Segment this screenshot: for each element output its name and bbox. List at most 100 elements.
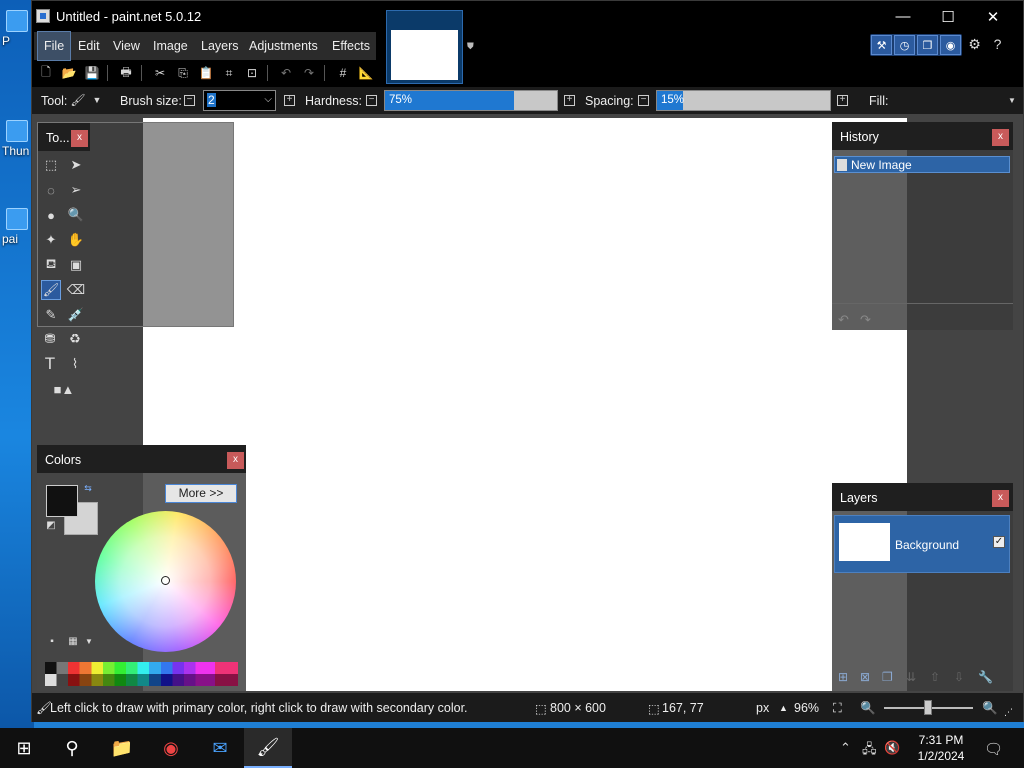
help-icon[interactable]: ? [987, 34, 1008, 54]
pan-hand-icon[interactable]: ✋ [66, 230, 86, 250]
close-button[interactable]: ✕ [970, 1, 1016, 32]
merge-layer-down-icon[interactable]: ⇊ [906, 670, 916, 684]
history-redo-icon[interactable]: ↷ [860, 312, 871, 328]
start-windows-icon[interactable]: ⊞ [0, 728, 48, 768]
text-tool-icon[interactable]: T [40, 354, 60, 374]
image-list-dropdown-icon[interactable]: ⛊ [467, 41, 477, 51]
paintbrush-tool-icon[interactable]: 🖌 [68, 90, 88, 110]
notifications-icon[interactable]: 🗨 [984, 740, 1003, 758]
brush-size-increase-button[interactable]: + [284, 95, 295, 106]
desktop-icon-recycle[interactable]: P [2, 10, 32, 48]
copy-icon[interactable]: ⎘ [173, 63, 193, 83]
paste-icon[interactable]: 📋 [196, 63, 216, 83]
rectangle-select-icon[interactable]: ⬚ [41, 155, 61, 175]
layers-panel-close-button[interactable]: x [992, 490, 1009, 507]
eraser-icon[interactable]: ⌫ [66, 280, 86, 300]
color-palette-top-row[interactable] [45, 662, 238, 674]
lasso-select-icon[interactable]: ◌ [41, 180, 61, 200]
history-item[interactable]: New Image [834, 156, 1010, 173]
paintnet-taskbar-icon[interactable]: 🖌 [244, 728, 292, 768]
gradient-icon[interactable]: ▣ [66, 255, 86, 275]
add-layer-icon[interactable]: ⊞ [838, 670, 848, 684]
move-selected-pixels-icon[interactable]: ➤ [66, 155, 86, 175]
deselect-icon[interactable]: ⊡ [242, 63, 262, 83]
zoom-to-window-icon[interactable]: ⛶ [833, 701, 842, 716]
delete-layer-icon[interactable]: ⊠ [860, 670, 870, 684]
zoom-slider-handle[interactable] [924, 700, 932, 715]
hardness-increase-button[interactable]: + [564, 95, 575, 106]
palette-chevron-down-icon[interactable]: ▼ [83, 633, 95, 649]
clone-stamp-icon[interactable]: ⛃ [40, 329, 60, 349]
add-to-palette-icon[interactable]: ▪ [44, 633, 60, 649]
swap-colors-icon[interactable]: ⇆ [81, 481, 95, 495]
colors-window-toggle-icon[interactable]: ◉ [940, 35, 961, 55]
tool-dropdown-chevron-down-icon[interactable]: ▼ [87, 90, 107, 110]
zoom-out-icon[interactable]: 🔍 [860, 701, 876, 716]
spacing-slider[interactable]: 15% [656, 90, 831, 111]
history-window-toggle-icon[interactable]: ◷ [894, 35, 915, 55]
move-layer-up-icon[interactable]: ⇧ [930, 670, 940, 684]
color-picker-icon[interactable]: 💉 [66, 305, 86, 325]
pencil-icon[interactable]: ✎ [41, 305, 61, 325]
tools-panel-close-button[interactable]: x [71, 130, 88, 147]
redo-icon[interactable]: ↷ [299, 63, 319, 83]
brush-size-decrease-button[interactable]: − [184, 95, 195, 106]
grid-icon[interactable]: # [333, 63, 353, 83]
desktop-icon-paintnet[interactable]: pai [2, 208, 32, 246]
color-palette-bottom-row[interactable] [45, 674, 238, 686]
settings-gear-icon[interactable]: ⚙ [964, 34, 985, 54]
menu-file[interactable]: File [36, 31, 72, 61]
primary-color-swatch[interactable] [46, 485, 78, 517]
colors-panel-close-button[interactable]: x [227, 452, 244, 469]
resize-grip-icon[interactable]: ⋰ [1004, 707, 1013, 718]
menu-edit[interactable]: Edit [72, 32, 106, 60]
ruler-icon[interactable]: 📐 [356, 63, 376, 83]
crop-to-selection-icon[interactable]: ⌗ [219, 63, 239, 83]
ellipse-select-icon[interactable]: ● [41, 205, 61, 225]
paint-bucket-icon[interactable]: ⛾ [41, 255, 61, 275]
history-panel-close-button[interactable]: x [992, 129, 1009, 146]
search-icon[interactable]: ⚲ [48, 728, 96, 768]
tools-window-toggle-icon[interactable]: ⚒ [871, 35, 892, 55]
brush-size-input[interactable]: 2 ⌵ [203, 90, 276, 111]
zoom-in-icon[interactable]: 🔍 [982, 701, 998, 716]
layer-visibility-checkbox[interactable]: ✓ [993, 536, 1005, 548]
units-chevron-up-icon[interactable]: ▲ [779, 703, 788, 713]
save-icon[interactable]: 💾 [82, 63, 102, 83]
open-folder-icon[interactable]: 📂 [59, 63, 79, 83]
line-curve-icon[interactable]: ⌇ [65, 354, 85, 374]
file-explorer-icon[interactable]: 📁 [98, 728, 146, 768]
hardness-decrease-button[interactable]: − [366, 95, 377, 106]
layer-row[interactable]: Background ✓ [834, 515, 1010, 573]
recolor-icon[interactable]: ♻ [65, 329, 85, 349]
maximize-button[interactable]: ☐ [925, 1, 971, 32]
menu-adjustments[interactable]: Adjustments [243, 32, 324, 60]
menu-layers[interactable]: Layers [195, 32, 245, 60]
history-undo-icon[interactable]: ↶ [838, 312, 849, 328]
network-icon[interactable]: 🖧 [862, 740, 877, 762]
units-selector[interactable]: px [756, 701, 769, 715]
chrome-icon[interactable]: ◉ [147, 728, 195, 768]
options-overflow-chevron-down-icon[interactable]: ▼ [1002, 90, 1022, 110]
tray-chevron-up-icon[interactable]: ⌃ [840, 740, 851, 756]
color-wheel-marker[interactable] [161, 576, 170, 585]
cut-icon[interactable]: ✂ [150, 63, 170, 83]
palette-menu-icon[interactable]: ▦ [65, 633, 81, 649]
layer-properties-icon[interactable]: 🔧 [978, 670, 993, 684]
zoom-value[interactable]: 96% [794, 701, 819, 715]
move-selection-icon[interactable]: ➢ [66, 180, 86, 200]
undo-icon[interactable]: ↶ [276, 63, 296, 83]
spacing-increase-button[interactable]: + [837, 95, 848, 106]
minimize-button[interactable]: — [880, 1, 926, 32]
shapes-icon[interactable]: ■▲ [46, 379, 82, 399]
paintbrush-icon[interactable]: 🖌 [41, 280, 61, 300]
hardness-slider[interactable]: 75% [384, 90, 558, 111]
thunderbird-icon[interactable]: ✉ [196, 728, 244, 768]
print-icon[interactable]: 🖶 [116, 63, 136, 83]
more-colors-button[interactable]: More >> [165, 484, 237, 503]
menu-view[interactable]: View [107, 32, 146, 60]
taskbar-clock[interactable]: 7:31 PM 1/2/2024 [906, 732, 976, 764]
magic-wand-icon[interactable]: ✦ [41, 230, 61, 250]
desktop-icon-thunderbird[interactable]: Thun [2, 120, 32, 158]
move-layer-down-icon[interactable]: ⇩ [954, 670, 964, 684]
